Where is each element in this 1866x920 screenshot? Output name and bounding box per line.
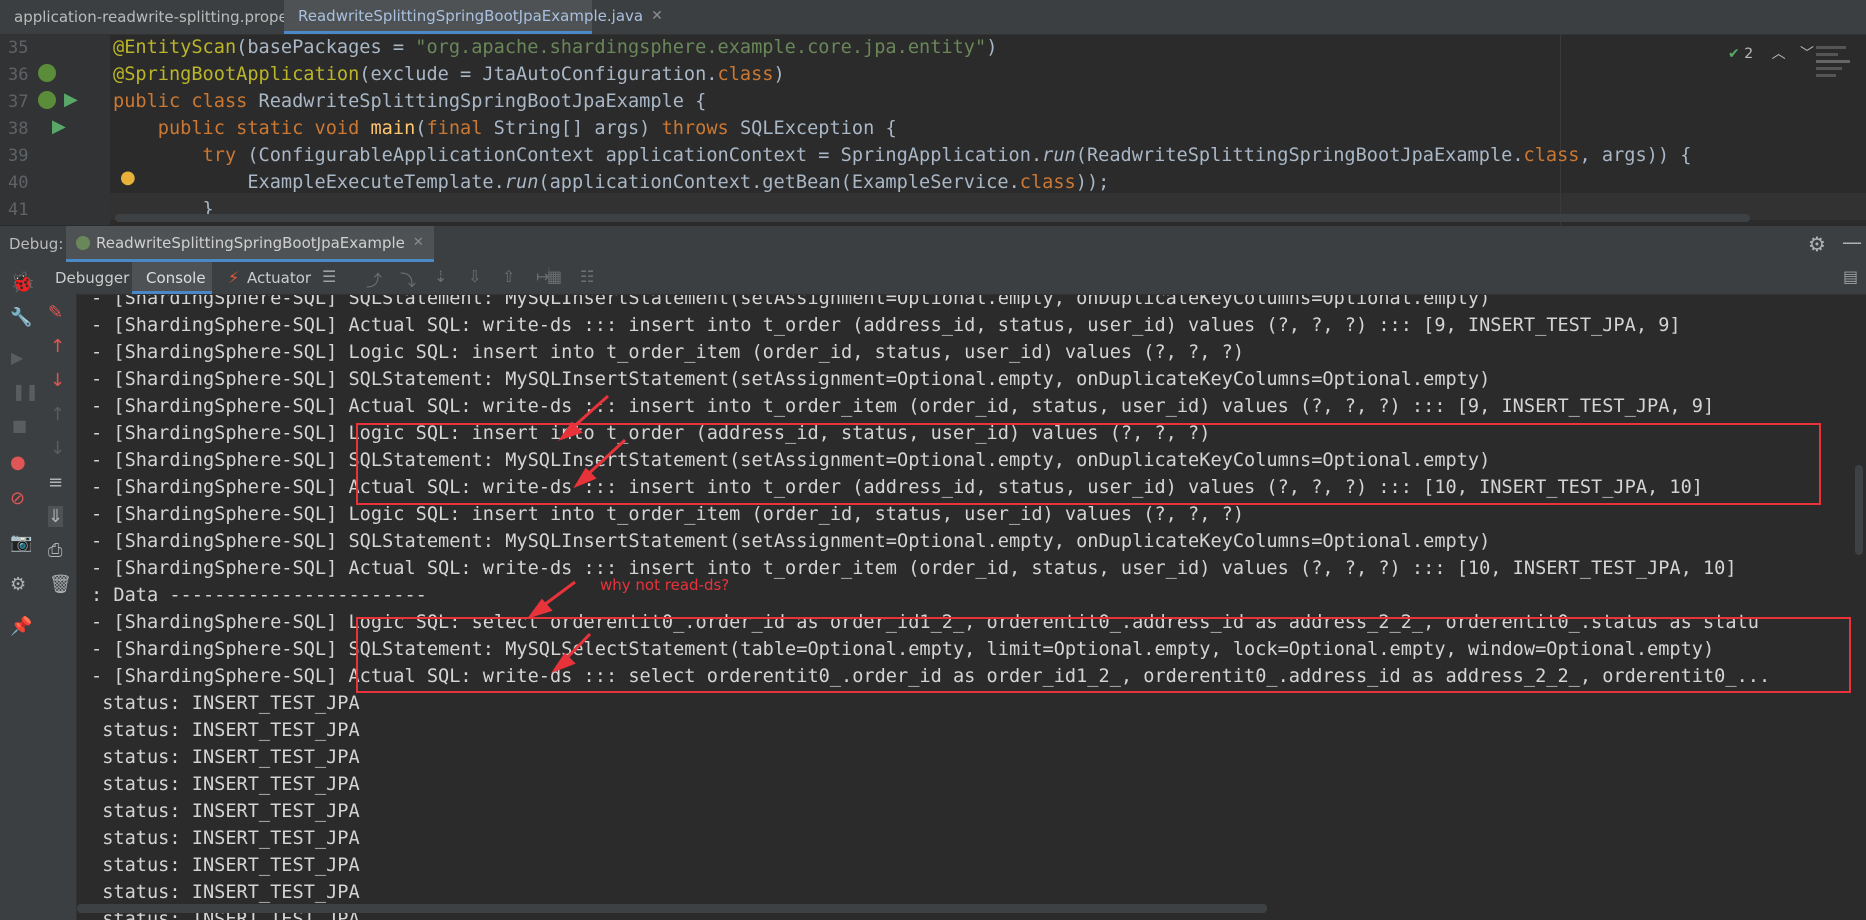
annotation-arrows bbox=[527, 394, 627, 674]
annotation-label: why not read-ds? bbox=[600, 576, 730, 594]
